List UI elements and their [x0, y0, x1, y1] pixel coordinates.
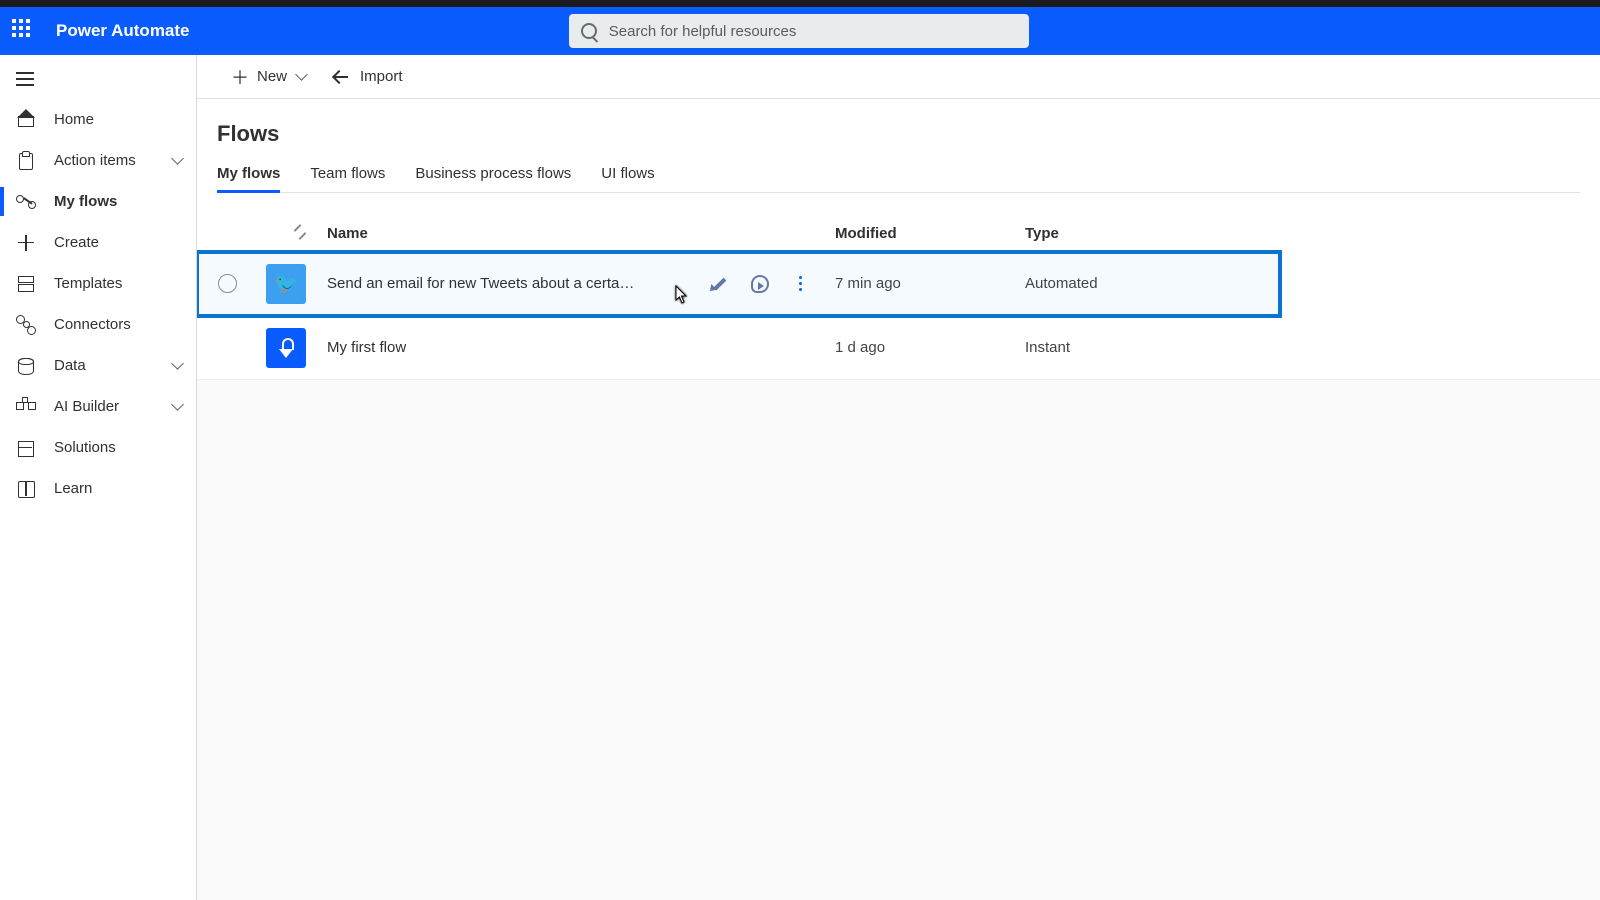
flow-type: Instant: [1015, 339, 1600, 356]
flow-modified: 7 min ago: [815, 275, 1015, 292]
app-header: Power Automate: [0, 7, 1600, 55]
sidebar-item-label: Data: [54, 357, 86, 374]
sidebar-item-label: Connectors: [54, 316, 131, 333]
sort-icon[interactable]: [293, 225, 307, 239]
clipboard-icon: [16, 151, 36, 171]
sidebar-item-create[interactable]: Create: [0, 222, 196, 263]
column-header-type[interactable]: Type: [1015, 225, 1600, 242]
sidebar-item-label: Action items: [54, 152, 136, 169]
import-icon: [334, 71, 352, 83]
search-wrap: [569, 14, 1029, 48]
sidebar-item-label: Solutions: [54, 439, 116, 456]
more-icon[interactable]: [791, 275, 809, 293]
hamburger-icon: [16, 78, 34, 80]
sidebar-item-templates[interactable]: Templates: [0, 263, 196, 304]
table-header: Name Modified Type: [197, 225, 1600, 252]
sidebar-item-solutions[interactable]: Solutions: [0, 427, 196, 468]
tab-my-flows[interactable]: My flows: [217, 165, 280, 192]
solutions-icon: [16, 438, 36, 458]
flow-icon: [16, 192, 36, 212]
tab-team-flows[interactable]: Team flows: [310, 165, 385, 192]
command-bar: ＋ New Import: [197, 55, 1600, 99]
sidebar-item-label: Create: [54, 234, 99, 251]
chevron-down-icon: [173, 152, 182, 169]
sidebar-item-connectors[interactable]: Connectors: [0, 304, 196, 345]
sidebar-item-label: Learn: [54, 480, 92, 497]
sidebar-item-home[interactable]: Home: [0, 99, 196, 140]
column-header-name[interactable]: Name: [315, 225, 815, 242]
sidebar-item-label: AI Builder: [54, 398, 119, 415]
flow-name[interactable]: My first flow: [327, 339, 406, 356]
edit-icon[interactable]: [711, 275, 729, 293]
sidebar-item-action-items[interactable]: Action items: [0, 140, 196, 181]
new-button-label: New: [257, 68, 287, 85]
connector-icon: [16, 315, 36, 335]
import-button[interactable]: Import: [324, 60, 413, 94]
sidebar-item-data[interactable]: Data: [0, 345, 196, 386]
sidebar-item-learn[interactable]: Learn: [0, 468, 196, 509]
new-button[interactable]: ＋ New: [221, 60, 316, 94]
sidebar-item-label: Templates: [54, 275, 122, 292]
sidebar-item-ai-builder[interactable]: AI Builder: [0, 386, 196, 427]
sidebar-item-label: My flows: [54, 193, 117, 210]
app-title: Power Automate: [56, 21, 190, 41]
flow-modified: 1 d ago: [815, 339, 1015, 356]
home-icon: [16, 110, 36, 130]
tab-ui-flows[interactable]: UI flows: [601, 165, 654, 192]
flow-name[interactable]: Send an email for new Tweets about a cer…: [327, 275, 637, 292]
chevron-down-icon: [173, 398, 182, 415]
flow-type: Automated: [1015, 275, 1280, 292]
app-launcher-icon[interactable]: [12, 19, 36, 43]
search-icon: [581, 23, 597, 39]
twitter-icon: 🐦: [266, 264, 306, 304]
sidebar: Home Action items My flows Create Templa…: [0, 55, 197, 900]
search-input[interactable]: [569, 14, 1029, 48]
chevron-down-icon: [173, 357, 182, 374]
page-title: Flows: [217, 121, 1580, 147]
import-button-label: Import: [360, 68, 403, 85]
tabs: My flows Team flows Business process flo…: [217, 165, 1580, 193]
row-checkbox[interactable]: [218, 274, 237, 293]
manual-trigger-icon: [266, 328, 306, 368]
run-icon[interactable]: [751, 275, 769, 293]
sidebar-item-my-flows[interactable]: My flows: [0, 181, 196, 222]
main-content: ＋ New Import Flows My flows Team flows B…: [197, 55, 1600, 900]
column-header-modified[interactable]: Modified: [815, 225, 1015, 242]
table-row[interactable]: My first flow 1 d ago Instant: [197, 316, 1600, 380]
sidebar-item-label: Home: [54, 111, 94, 128]
database-icon: [16, 356, 36, 376]
tab-business-process-flows[interactable]: Business process flows: [415, 165, 571, 192]
template-icon: [16, 274, 36, 294]
plus-icon: ＋: [231, 64, 249, 90]
table-row[interactable]: 🐦 Send an email for new Tweets about a c…: [197, 252, 1280, 316]
book-icon: [16, 479, 36, 499]
plus-icon: [16, 233, 36, 253]
browser-chrome-bar: [0, 0, 1600, 7]
chevron-down-icon: [297, 68, 306, 85]
sidebar-collapse-button[interactable]: [0, 59, 196, 99]
ai-icon: [16, 397, 36, 417]
